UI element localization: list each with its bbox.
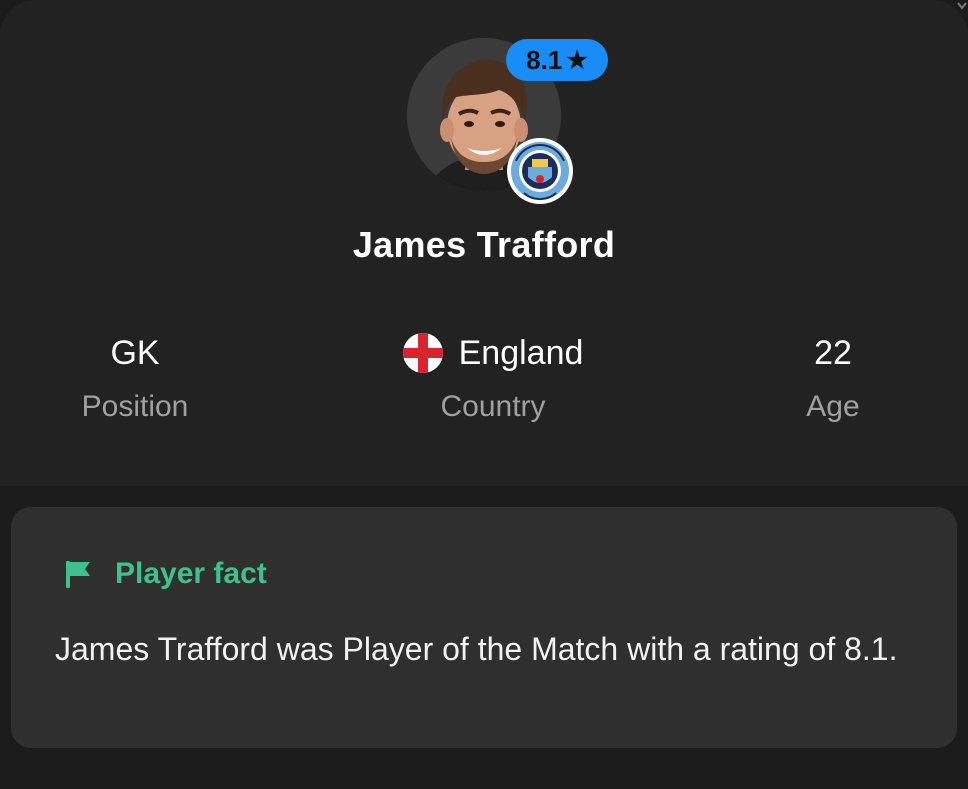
flag-icon	[66, 561, 90, 588]
stat-country[interactable]: England Country	[363, 330, 623, 424]
star-icon: ★	[566, 46, 588, 74]
position-value: GK	[110, 334, 160, 372]
player-header-card: 8.1 ★ James Trafford GK Position England…	[0, 0, 968, 486]
country-value: England	[458, 334, 584, 372]
stat-position: GK Position	[5, 330, 265, 424]
england-flag-icon	[402, 333, 443, 373]
club-badge[interactable]	[506, 137, 574, 205]
rating-badge: 8.1 ★	[506, 39, 608, 81]
stat-age: 22 Age	[703, 330, 963, 424]
manchester-city-crest-icon	[507, 138, 573, 204]
country-value-row: England	[363, 330, 623, 376]
player-name: James Trafford	[352, 224, 616, 265]
player-fact-card: Player fact James Trafford was Player of…	[11, 507, 957, 748]
player-fact-text: James Trafford was Player of the Match w…	[55, 631, 898, 667]
player-screen: 8.1 ★ James Trafford GK Position England…	[0, 0, 968, 789]
player-fact-title: Player fact	[115, 557, 267, 590]
player-fact-header: Player fact	[63, 557, 267, 591]
chevron-down-icon	[957, 2, 967, 10]
age-value: 22	[814, 334, 852, 372]
age-label: Age	[806, 390, 860, 423]
country-label: Country	[440, 390, 546, 423]
position-label: Position	[81, 390, 189, 423]
rating-value: 8.1	[526, 44, 563, 75]
